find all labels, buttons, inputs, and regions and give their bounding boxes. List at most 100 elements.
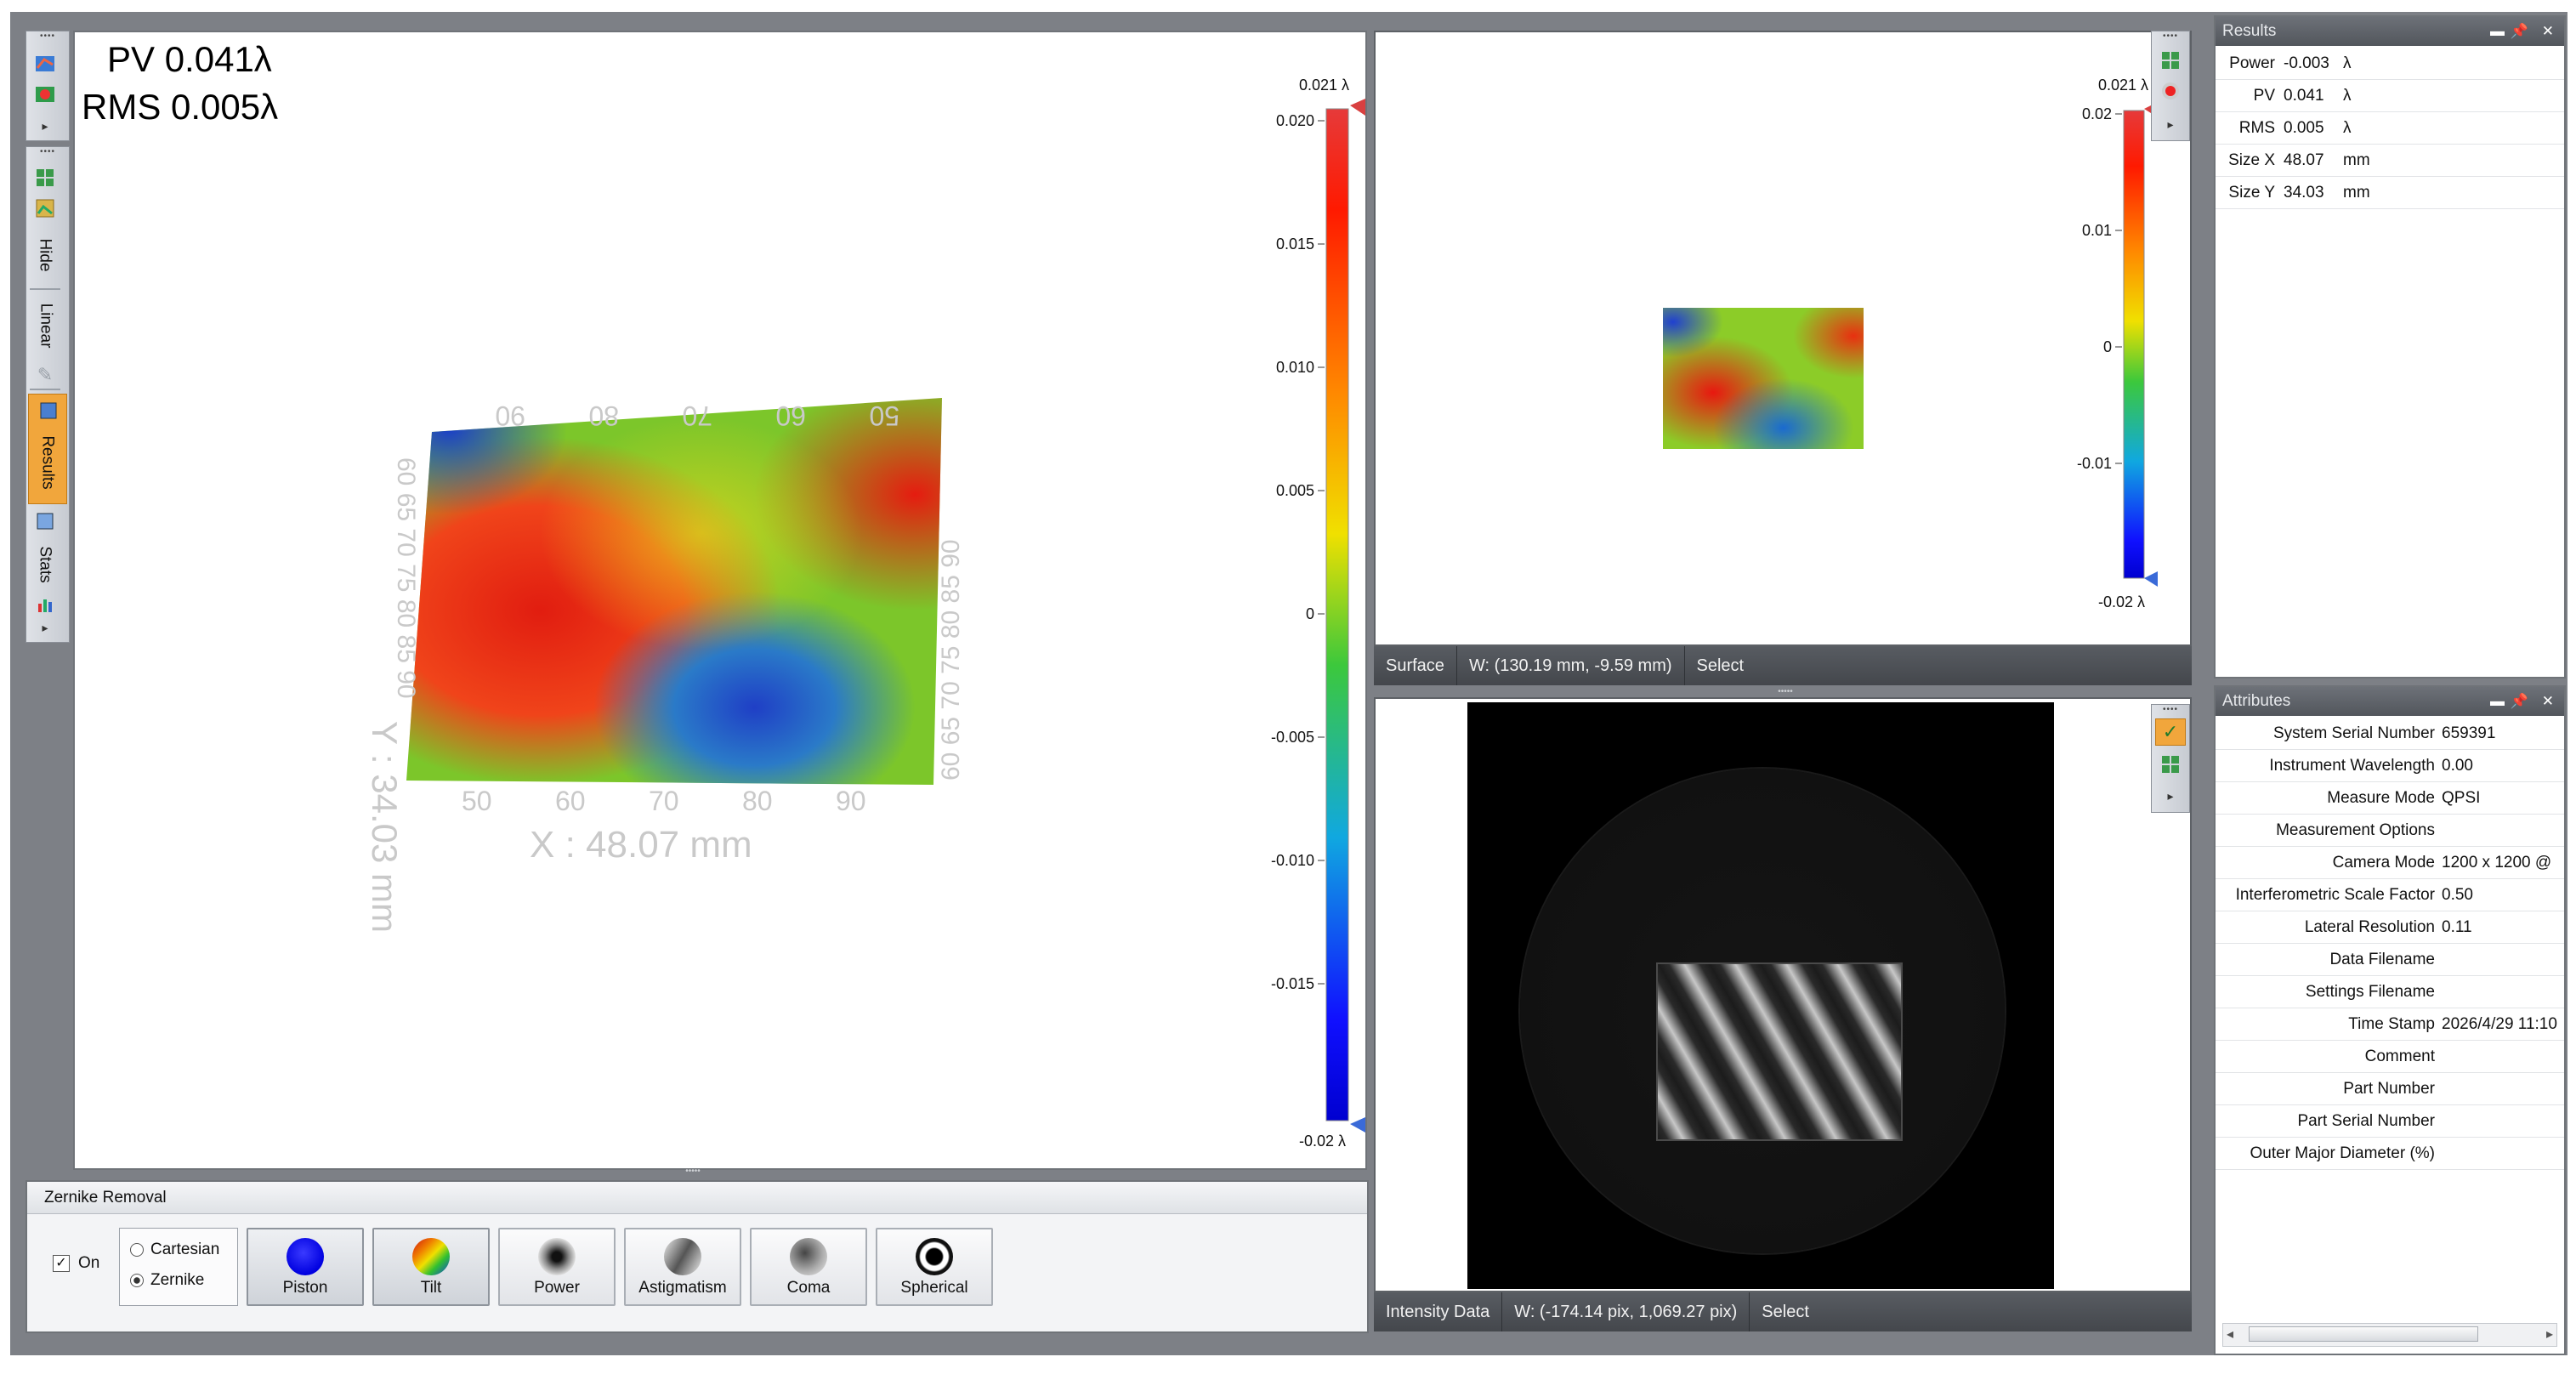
- spherical-button[interactable]: Spherical: [876, 1228, 993, 1306]
- grid-icon: [2162, 756, 2179, 773]
- intensity-layout-button[interactable]: [2157, 751, 2184, 778]
- result-value: 48.07: [2284, 151, 2324, 169]
- cartesian-radio[interactable]: Cartesian: [130, 1241, 219, 1259]
- intensity-view[interactable]: [1374, 697, 2192, 1292]
- toolbar-separator: [30, 288, 60, 290]
- minimize-icon[interactable]: ▬: [2490, 17, 2505, 46]
- result-unit: λ: [2343, 54, 2352, 72]
- attribute-row: Time Stamp 2026/4/29 11:10: [2216, 1008, 2564, 1041]
- surface-tool-select[interactable]: Select: [1685, 646, 1756, 685]
- image-icon: [36, 199, 54, 218]
- scroll-thumb[interactable]: [2249, 1326, 2478, 1342]
- colorbar-ticks: 0.020 0.015 0.010 0.005 0 -0.005 -0.010 -0.015: [1271, 112, 1325, 992]
- tilt-button[interactable]: Tilt: [372, 1228, 490, 1306]
- attribute-value: 1200 x 1200 @: [2442, 854, 2552, 872]
- pin-icon[interactable]: 📌: [2511, 17, 2528, 46]
- attribute-row: Data Filename: [2216, 944, 2564, 976]
- attribute-value: 0.50: [2442, 886, 2473, 904]
- surface-layout-button[interactable]: [2157, 47, 2184, 74]
- intensity-view-toolbar: •••• ✓ ▸: [2151, 704, 2190, 813]
- top-tick: 60: [775, 400, 806, 431]
- results-panel: Results ▬ 📌 ✕ Power -0.003 λ PV 0.041 λ RMS 0.0…: [2214, 15, 2566, 678]
- coma-button[interactable]: Coma: [750, 1228, 867, 1306]
- result-key: RMS: [2238, 119, 2275, 137]
- attribute-row: Comment: [2216, 1041, 2564, 1073]
- surface-2d-view[interactable]: 0.021 λ -0.02 λ 0.02 0.01 0 -0.01: [1374, 31, 2192, 646]
- attribute-row: System Serial Number 659391: [2216, 718, 2564, 750]
- expand-arrow-icon: ▸: [42, 620, 48, 634]
- close-icon[interactable]: ✕: [2542, 687, 2554, 716]
- attributes-hscrollbar[interactable]: ◂ ▸: [2222, 1323, 2557, 1347]
- view-3d-button[interactable]: [31, 50, 59, 77]
- panel-splitter-vertical[interactable]: •••••: [1768, 688, 1802, 696]
- zernike-radio[interactable]: Zernike: [130, 1271, 204, 1290]
- stats-tab[interactable]: Stats: [30, 537, 60, 593]
- surface-map: [1663, 308, 1864, 449]
- x-tick: 70: [649, 786, 679, 816]
- colorbar-tick-label: 0: [2103, 338, 2112, 355]
- attribute-key: Interferometric Scale Factor: [2235, 886, 2435, 904]
- surface-3d-view[interactable]: PV 0.041λ RMS 0.005λ 50 60 70 80 90 X: …: [73, 31, 1367, 1170]
- attribute-value: 0.00: [2442, 757, 2473, 775]
- expand-arrow-icon: ▸: [42, 118, 48, 133]
- minimize-icon[interactable]: ▬: [2490, 687, 2505, 716]
- attribute-row: Lateral Resolution 0.11: [2216, 911, 2564, 944]
- astigmatism-button[interactable]: Astigmatism: [624, 1228, 741, 1306]
- scroll-left-icon[interactable]: ◂: [2227, 1326, 2233, 1343]
- surface-2d-icon: [36, 87, 54, 102]
- attribute-row: Outer Major Diameter (%): [2216, 1138, 2564, 1170]
- view-2d-button[interactable]: [31, 81, 59, 108]
- attribute-key: Part Serial Number: [2297, 1112, 2435, 1130]
- toolbar-expand-button[interactable]: ▸: [31, 616, 59, 639]
- checkmark-icon: ✓: [2162, 721, 2179, 742]
- result-value: 0.041: [2284, 87, 2324, 105]
- result-key: Size X: [2228, 151, 2275, 169]
- image-button[interactable]: [31, 195, 59, 222]
- piston-button[interactable]: Piston: [247, 1228, 364, 1306]
- layout-grid-button[interactable]: [31, 164, 59, 191]
- colorbar-max-handle: [1350, 99, 1365, 116]
- toolbar-expand-button[interactable]: ▸: [2157, 113, 2184, 135]
- hide-toggle[interactable]: Hide: [30, 225, 60, 285]
- intensity-tool-select[interactable]: Select: [1750, 1292, 1821, 1331]
- power-button[interactable]: Power: [498, 1228, 616, 1306]
- chart-button[interactable]: [31, 593, 59, 616]
- linear-toggle[interactable]: Linear: [30, 293, 60, 358]
- colorbar-tick-label: 0.02: [2082, 105, 2112, 122]
- result-value: -0.003: [2284, 54, 2329, 72]
- fringe-pattern: [1656, 962, 1903, 1141]
- attribute-key: Camera Mode: [2332, 854, 2435, 872]
- result-unit: λ: [2343, 119, 2352, 137]
- attribute-row: Interferometric Scale Factor 0.50: [2216, 879, 2564, 911]
- surface-coords-label: W: (130.19 mm, -9.59 mm): [1457, 646, 1685, 685]
- surface-palette-button[interactable]: [2157, 77, 2184, 105]
- results-tab[interactable]: Results: [28, 394, 67, 504]
- attribute-row: Part Number: [2216, 1073, 2564, 1105]
- edit-disabled-button[interactable]: ✎: [31, 361, 59, 389]
- scroll-right-icon[interactable]: ▸: [2546, 1326, 2553, 1343]
- result-value: 0.005: [2284, 119, 2324, 137]
- pin-icon[interactable]: 📌: [2511, 687, 2528, 716]
- attribute-value: 0.11: [2442, 918, 2472, 936]
- x-tick: 80: [742, 786, 773, 816]
- attribute-key: Lateral Resolution: [2304, 918, 2435, 936]
- zernike-on-checkbox[interactable]: ✓ On: [53, 1254, 99, 1273]
- surface-3d-plot: 50 60 70 80 90 X : 48.07 mm 90 80 70 60 …: [365, 77, 1365, 1150]
- x-tick: 50: [462, 786, 492, 816]
- colorbar-min-handle: [1350, 1117, 1365, 1133]
- attribute-key: Comment: [2364, 1048, 2435, 1065]
- coma-icon: [790, 1238, 827, 1275]
- toolbar-expand-button[interactable]: ▸: [2157, 785, 2184, 807]
- attribute-value: 2026/4/29 11:10: [2442, 1015, 2557, 1033]
- close-icon[interactable]: ✕: [2542, 17, 2554, 46]
- colorbar-tick-label: -0.010: [1271, 852, 1314, 869]
- surface-2d-plot: 0.021 λ -0.02 λ 0.02 0.01 0 -0.01: [1663, 77, 2158, 610]
- result-unit: λ: [2343, 87, 2352, 105]
- power-icon: [538, 1238, 576, 1275]
- panel-splitter-horizontal[interactable]: •••••: [680, 1167, 706, 1176]
- intensity-coords-label: W: (-174.14 pix, 1,069.27 pix): [1502, 1292, 1750, 1331]
- toolbar-expand-button[interactable]: ▸: [31, 115, 59, 137]
- stats-icon-button[interactable]: [31, 508, 59, 535]
- astigmatism-icon: [664, 1238, 701, 1275]
- intensity-check-button[interactable]: ✓: [2155, 718, 2186, 746]
